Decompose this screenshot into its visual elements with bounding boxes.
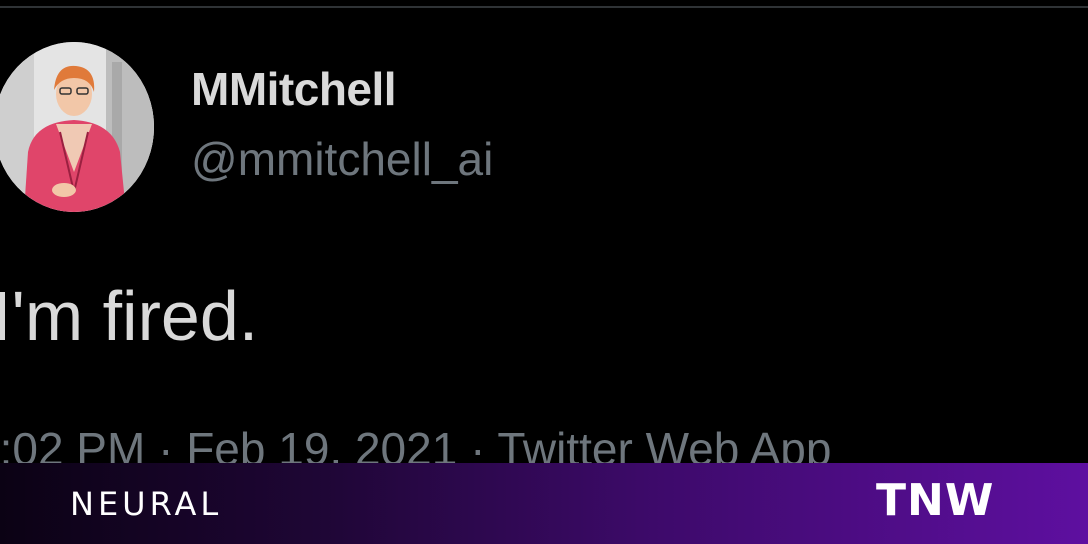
tweet-text: I'm fired. bbox=[0, 277, 259, 355]
brand-banner: NEURAL TNW bbox=[0, 463, 1088, 544]
tnw-logo: TNW bbox=[876, 475, 995, 526]
author-handle[interactable]: @mmitchell_ai bbox=[191, 132, 493, 186]
neural-logo: NEURAL bbox=[70, 485, 223, 523]
avatar[interactable] bbox=[0, 42, 154, 212]
author-display-name[interactable]: MMitchell bbox=[191, 62, 397, 116]
avatar-photo-icon bbox=[0, 42, 154, 212]
divider bbox=[0, 6, 1088, 8]
tweet-screenshot: MMitchell @mmitchell_ai I'm fired. 2:02 … bbox=[0, 0, 1088, 544]
